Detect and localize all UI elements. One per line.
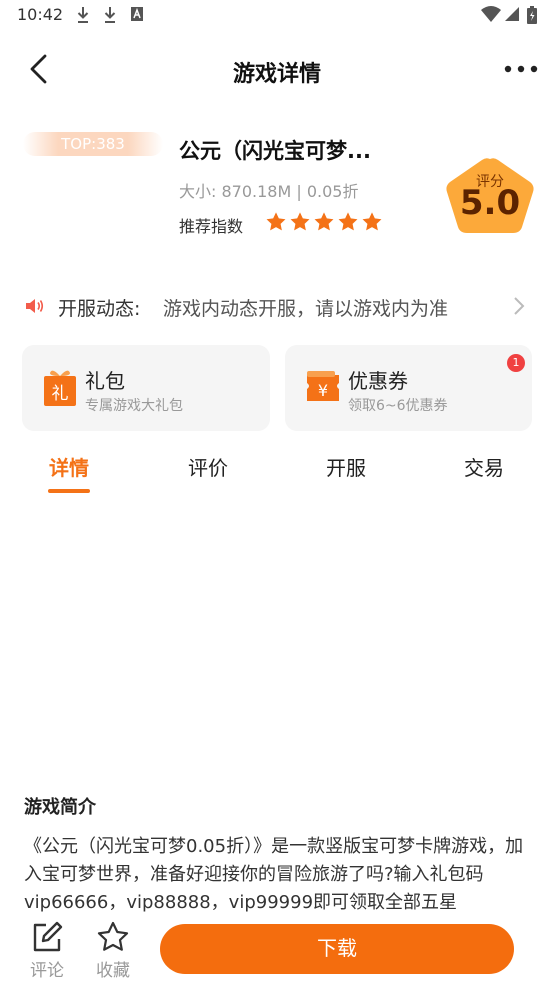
chevron-right-icon xyxy=(514,297,525,315)
tab-servers[interactable]: 开服 xyxy=(306,452,386,481)
notice-text: 游戏内动态开服，请以游戏内为准 xyxy=(163,298,449,320)
app-status-icon xyxy=(131,7,143,21)
intro-title: 游戏简介 xyxy=(24,797,96,818)
star-outline-icon xyxy=(97,921,129,951)
svg-text:礼: 礼 xyxy=(52,384,69,404)
recommend-label: 推荐指数 xyxy=(179,217,244,236)
svg-text:¥: ¥ xyxy=(318,381,328,400)
comment-button[interactable]: 评论 xyxy=(24,920,70,981)
battery-icon xyxy=(527,6,537,24)
tab-reviews[interactable]: 评价 xyxy=(168,452,248,481)
gift-title: 礼包 xyxy=(85,369,125,393)
favorite-button[interactable]: 收藏 xyxy=(90,920,136,981)
star-icon xyxy=(314,212,334,231)
notification-badge: 1 xyxy=(507,354,525,372)
gift-subtitle: 专属游戏大礼包 xyxy=(85,398,183,414)
notice-label: 开服动态: xyxy=(58,298,141,320)
coupon-title: 优惠券 xyxy=(348,369,408,393)
tab-trade[interactable]: 交易 xyxy=(444,452,524,481)
speaker-icon xyxy=(26,299,44,313)
score-badge: 评分 5.0 xyxy=(442,155,538,237)
gift-icon: 礼 xyxy=(44,370,76,406)
download-status-icon xyxy=(77,7,89,23)
star-icon xyxy=(266,212,286,231)
wifi-icon xyxy=(481,6,501,22)
bottom-action-bar: 评论 收藏 下载 xyxy=(0,912,554,984)
navigation-bar: 游戏详情 xyxy=(0,40,554,100)
coupon-card[interactable]: ¥ 优惠券 领取6~6优惠券 1 xyxy=(285,345,532,431)
intro-text: 《公元（闪光宝可梦0.05折）》是一款竖版宝可梦卡牌游戏，加入宝可梦世界，准备好… xyxy=(24,836,524,913)
coupon-subtitle: 领取6~6优惠券 xyxy=(348,398,448,414)
star-icon xyxy=(362,212,382,231)
game-size-discount: 大小: 870.18M | 0.05折 xyxy=(179,182,359,201)
star-icon xyxy=(338,212,358,231)
gift-card[interactable]: 礼 礼包 专属游戏大礼包 xyxy=(22,345,270,431)
download-status-icon xyxy=(104,7,116,23)
status-bar: 10:42 xyxy=(0,0,554,32)
star-icon xyxy=(290,212,310,231)
favorite-label: 收藏 xyxy=(96,961,130,981)
coupon-icon: ¥ xyxy=(307,371,339,401)
game-name: 公元（闪光宝可梦... xyxy=(179,139,371,163)
edit-icon xyxy=(33,921,63,952)
tab-bar: 详情 评价 开服 交易 xyxy=(0,448,554,498)
signal-icon xyxy=(505,7,519,21)
server-notice-row[interactable]: 开服动态: 游戏内动态开服，请以游戏内为准 xyxy=(0,285,554,329)
more-icon[interactable] xyxy=(502,56,540,82)
comment-label: 评论 xyxy=(30,961,64,981)
status-time: 10:42 xyxy=(17,5,64,24)
page-title: 游戏详情 xyxy=(232,62,321,87)
score-value: 5.0 xyxy=(459,183,521,223)
download-button[interactable]: 下载 xyxy=(160,924,514,974)
top-rank-badge: TOP:383 xyxy=(23,132,163,156)
active-tab-indicator xyxy=(48,489,90,493)
tab-details[interactable]: 详情 xyxy=(29,452,109,481)
